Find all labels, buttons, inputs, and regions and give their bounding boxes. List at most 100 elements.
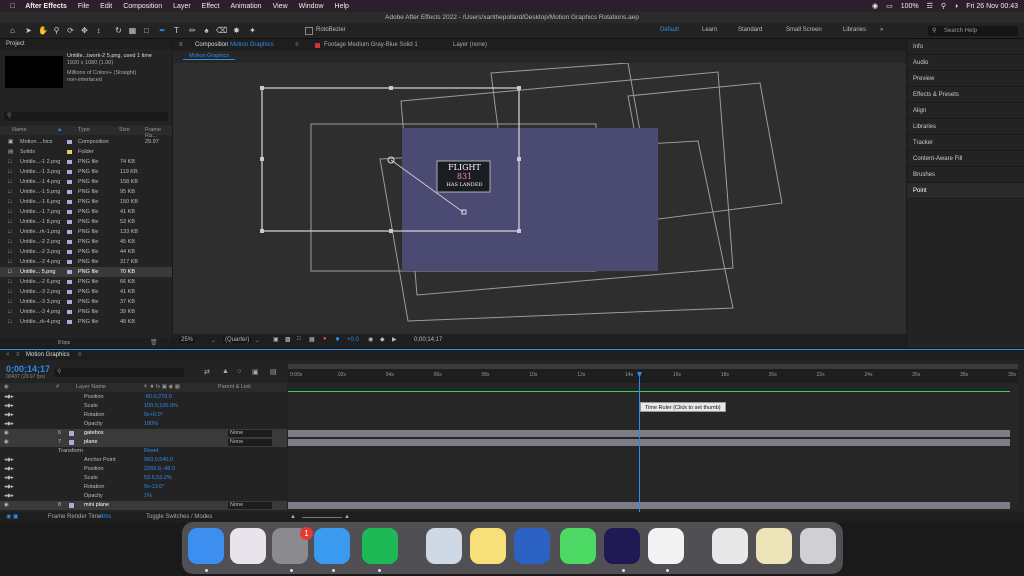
- workspace-default[interactable]: Default: [660, 27, 679, 33]
- timeline-property-row[interactable]: ◂◆▸ Opacity 100%: [0, 420, 287, 429]
- property-value[interactable]: 0x-13.0°: [144, 483, 165, 492]
- layer-color-swatch[interactable]: [69, 431, 74, 436]
- dock-spotify-icon[interactable]: [362, 528, 398, 564]
- handle-lower-r[interactable]: [517, 229, 521, 233]
- timeline-property-row[interactable]: ◂◆▸ Position -80.0,279.0: [0, 393, 287, 402]
- visibility-eye-icon[interactable]: ◉: [4, 429, 9, 438]
- rotobezier-checkbox[interactable]: [305, 27, 313, 35]
- zoom-tool-icon[interactable]: ⚲: [52, 26, 61, 35]
- property-value[interactable]: 2269.0,-48.0: [144, 465, 175, 474]
- property-value[interactable]: 100%: [144, 420, 158, 429]
- label-color-swatch[interactable]: [67, 160, 72, 164]
- project-item[interactable]: ▤ Solids Folder: [0, 147, 172, 157]
- timeline-property-row[interactable]: ◂◆▸ Position 2269.0,-48.0: [0, 465, 287, 474]
- project-item[interactable]: □ Untitle...-2 3.png PNG file 44 KB: [0, 247, 172, 257]
- col-name[interactable]: Name: [12, 127, 27, 133]
- label-color-swatch[interactable]: [67, 230, 72, 234]
- parent-select[interactable]: None: [228, 439, 272, 446]
- panel-effects-presets[interactable]: Effects & Presets: [907, 87, 1024, 103]
- home-icon[interactable]: ⌂: [8, 26, 17, 35]
- mask-visibility-icon[interactable]: □: [297, 336, 301, 342]
- keyframe-nav-icon[interactable]: ◂◆▸: [4, 420, 14, 429]
- col-num[interactable]: #: [56, 383, 59, 392]
- label-color-swatch[interactable]: [67, 240, 72, 244]
- menu-effect[interactable]: Effect: [202, 3, 220, 10]
- timeline-property-row[interactable]: ◂◆▸ Rotation 0x+0.0°: [0, 411, 287, 420]
- eraser-tool-icon[interactable]: ⌫: [216, 26, 227, 35]
- menubar-clock[interactable]: Fri 26 Nov 00:43: [966, 3, 1018, 10]
- panel-audio[interactable]: Audio: [907, 55, 1024, 71]
- battery-icon[interactable]: ▭: [886, 2, 893, 10]
- property-value[interactable]: 0x+0.0°: [144, 411, 163, 420]
- render-icons[interactable]: ◉ ▣: [6, 512, 19, 523]
- wifi-icon[interactable]: ☲: [927, 2, 933, 10]
- panel-point[interactable]: Point: [907, 183, 1024, 199]
- rectangle-tool-icon[interactable]: □: [142, 26, 151, 35]
- dock-safari-icon[interactable]: [314, 528, 350, 564]
- label-color-swatch[interactable]: [67, 320, 72, 324]
- timeline-layer-row[interactable]: ◉ 6 None gatebox: [0, 429, 287, 438]
- label-color-swatch[interactable]: [67, 180, 72, 184]
- menu-file[interactable]: File: [78, 3, 89, 10]
- keyframe-nav-icon[interactable]: ◂◆▸: [4, 474, 14, 483]
- label-color-swatch[interactable]: [67, 220, 72, 224]
- project-item[interactable]: □ Untitle...rk-4.png PNG file 48 KB: [0, 317, 172, 327]
- timeline-search-input[interactable]: ⚲: [54, 368, 184, 377]
- project-item[interactable]: □ Untitle...-1 4.png PNG file 158 KB: [0, 177, 172, 187]
- label-color-swatch[interactable]: [67, 260, 72, 264]
- dock-trash-icon[interactable]: [800, 528, 836, 564]
- visibility-eye-icon[interactable]: ◉: [4, 438, 9, 447]
- label-color-swatch[interactable]: [67, 210, 72, 214]
- exposure-icon[interactable]: ✸: [335, 336, 340, 343]
- keyframe-nav-icon[interactable]: ◂◆▸: [4, 393, 14, 402]
- composition-viewer[interactable]: [173, 62, 906, 334]
- pan-behind-icon[interactable]: ▦: [128, 26, 137, 35]
- timeline-property-row[interactable]: ◂◆▸ Scale 53.6,53.2%: [0, 474, 287, 483]
- panel-tracker[interactable]: Tracker: [907, 135, 1024, 151]
- type-tool-icon[interactable]: T: [172, 26, 181, 35]
- pen-tool-icon[interactable]: ✒: [158, 26, 167, 35]
- brush-tool-icon[interactable]: ✏: [188, 26, 197, 35]
- property-value[interactable]: -80.0,279.0: [144, 393, 172, 402]
- close-tab-icon[interactable]: ×: [6, 350, 10, 360]
- transparency-grid-icon[interactable]: ▩: [285, 336, 291, 343]
- timeline-property-row[interactable]: ◂◆▸ Opacity 1%: [0, 492, 287, 501]
- project-item[interactable]: □ Untitle...rk-1.png PNG file 133 KB: [0, 227, 172, 237]
- comp-flowchart-icon[interactable]: ⇄: [204, 368, 210, 376]
- panel-info[interactable]: Info: [907, 39, 1024, 55]
- layer-bar[interactable]: [288, 439, 1010, 446]
- hand-tool-icon[interactable]: ✋: [38, 26, 48, 35]
- handle-center-r[interactable]: [517, 157, 521, 161]
- dolly-camera-icon[interactable]: ↕: [94, 26, 103, 35]
- motion-blur-icon[interactable]: ○: [237, 368, 241, 375]
- rotation-tool-icon[interactable]: ↻: [114, 26, 123, 35]
- snapshot-icon[interactable]: ◉: [368, 336, 373, 343]
- menu-window[interactable]: Window: [299, 3, 324, 10]
- subtab-motion-graphics[interactable]: Motion Graphics: [183, 53, 236, 60]
- handle-bl[interactable]: [260, 229, 264, 233]
- layer-bar[interactable]: [288, 502, 1010, 509]
- draft-3d-icon[interactable]: ▲: [222, 368, 229, 375]
- dock-notes-icon[interactable]: [470, 528, 506, 564]
- handle-tl[interactable]: [260, 86, 264, 90]
- quality-select[interactable]: (Quarter): [223, 337, 252, 343]
- selection-tool-icon[interactable]: ➤: [24, 26, 33, 35]
- layer-color-swatch[interactable]: [69, 440, 74, 445]
- panel-brushes[interactable]: Brushes: [907, 167, 1024, 183]
- parent-select[interactable]: None: [228, 502, 272, 509]
- zoom-chevron-icon[interactable]: ⌄: [211, 337, 216, 344]
- handle-tm[interactable]: [389, 86, 393, 90]
- panel-align[interactable]: Align: [907, 103, 1024, 119]
- sort-icon[interactable]: ▲: [57, 127, 62, 133]
- menu-layer[interactable]: Layer: [173, 3, 191, 10]
- tab-footage[interactable]: Footage Medium Gray-Blue Solid 1: [324, 39, 418, 51]
- timeline-property-row[interactable]: ◂◆▸ Anchor Point 960.0,540.0: [0, 456, 287, 465]
- project-item[interactable]: □ Untitle... 5.png PNG file 70 KB: [0, 267, 172, 277]
- switches-icons[interactable]: ☀ ★ fx ▣ ◉ ▦: [143, 383, 180, 392]
- keyframe-nav-icon[interactable]: ◂◆▸: [4, 483, 14, 492]
- timeline-layer-row[interactable]: ◉ 7 None plane: [0, 438, 287, 447]
- project-item[interactable]: ▣ Motion ...hics Composition 29.97: [0, 137, 172, 147]
- control-center-icon[interactable]: ◑: [954, 3, 958, 10]
- timeline-timecode[interactable]: 0;00;14;17: [6, 364, 50, 374]
- menu-composition[interactable]: Composition: [123, 3, 162, 10]
